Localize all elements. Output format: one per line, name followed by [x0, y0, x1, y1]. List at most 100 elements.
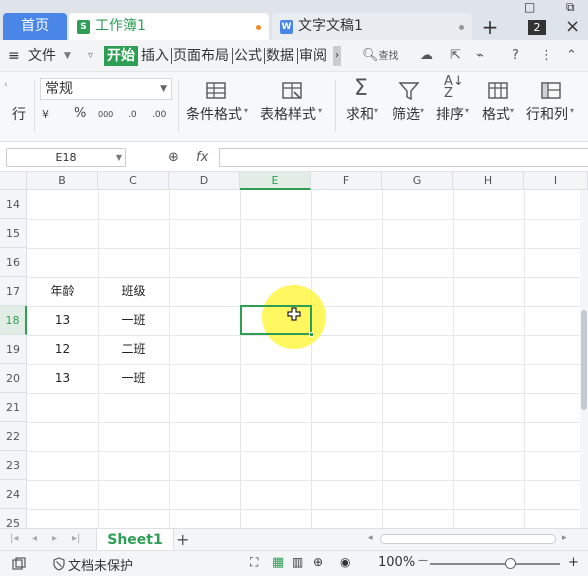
row-header-17[interactable]: 17 — [0, 277, 27, 306]
zoom-level[interactable]: 100% — [378, 555, 415, 570]
last-sheet-icon[interactable]: ▸| — [72, 533, 80, 544]
zoom-slider-knob[interactable] — [505, 558, 516, 569]
ribbon-row-partial[interactable]: 行 — [12, 104, 26, 124]
cell-c17[interactable]: 班级 — [98, 277, 169, 306]
new-tab-button[interactable]: + — [480, 16, 500, 38]
row-header-23[interactable]: 23 — [0, 451, 27, 480]
prev-sheet-icon[interactable]: ◂ — [32, 533, 37, 544]
conditional-format-button[interactable]: 条件格式 — [186, 104, 242, 124]
menu-file[interactable]: 文件 — [28, 46, 56, 66]
column-header-h[interactable]: H — [453, 172, 524, 190]
cell-b19[interactable]: 12 — [27, 335, 98, 364]
menu-data[interactable]: 数据 — [266, 46, 294, 66]
percent-format-button[interactable]: % — [74, 106, 86, 121]
cell-c19[interactable]: 二班 — [98, 335, 169, 364]
row-header-18[interactable]: 18 — [0, 306, 27, 335]
row-header-25[interactable]: 25 — [0, 509, 27, 528]
fx-icon[interactable]: fx — [196, 150, 208, 165]
row-header-22[interactable]: 22 — [0, 422, 27, 451]
selected-cell-e18[interactable] — [240, 305, 314, 337]
zoom-magnifier-icon[interactable]: ⊕ — [168, 150, 179, 165]
row-header-24[interactable]: 24 — [0, 480, 27, 509]
zoom-in-button[interactable]: + — [568, 555, 579, 570]
currency-format-button[interactable]: ¥ — [42, 108, 49, 121]
collaborate-icon[interactable]: ⌁ — [476, 46, 484, 66]
cell-b17[interactable]: 年龄 — [27, 277, 98, 306]
menu-insert[interactable]: 插入 — [141, 46, 169, 66]
column-header-i[interactable]: I — [524, 172, 588, 190]
protection-status[interactable]: 文档未保护 — [68, 555, 133, 574]
cell-c18[interactable]: 一班 — [98, 306, 169, 335]
spreadsheet-grid[interactable]: B C D E F G H I 14 15 16 17 18 19 20 21 … — [0, 172, 588, 528]
macro-record-icon[interactable] — [12, 557, 26, 571]
zoom-slider[interactable] — [430, 563, 560, 565]
page-break-view-icon[interactable]: ▥ — [292, 555, 303, 569]
increase-decimal-button[interactable]: .0 — [128, 110, 137, 120]
more-options-icon[interactable]: ⋮ — [540, 46, 553, 66]
sort-icon[interactable]: A↓ Z — [444, 75, 464, 100]
row-header-15[interactable]: 15 — [0, 219, 27, 248]
decrease-decimal-button[interactable]: .00 — [152, 110, 166, 120]
format-icon[interactable] — [487, 80, 509, 102]
row-header-14[interactable]: 14 — [0, 190, 27, 219]
restore-button[interactable]: ⧉ — [566, 0, 575, 15]
row-header-16[interactable]: 16 — [0, 248, 27, 277]
rows-columns-button[interactable]: 行和列 — [526, 104, 568, 124]
scroll-left-icon[interactable]: ◂ — [368, 533, 373, 543]
menu-formulas[interactable]: 公式 — [234, 46, 262, 66]
sort-button[interactable]: 排序 — [436, 104, 464, 124]
row-header-19[interactable]: 19 — [0, 335, 27, 364]
number-format-select[interactable]: 常规 ▼ — [40, 78, 172, 100]
normal-view-icon[interactable]: ▦ — [272, 555, 284, 570]
table-style-button[interactable]: 表格样式 — [260, 104, 316, 124]
cell-c20[interactable]: 一班 — [98, 364, 169, 393]
ribbon-scroll-left-icon[interactable]: ‹ — [4, 80, 8, 90]
next-sheet-icon[interactable]: ▸ — [52, 533, 57, 544]
filter-icon[interactable] — [398, 80, 420, 102]
table-style-icon[interactable] — [281, 80, 303, 102]
column-header-f[interactable]: F — [311, 172, 382, 190]
reading-mode-icon[interactable]: ⊕ — [313, 555, 323, 569]
tab-document[interactable]: W 文字文稿1 — [272, 13, 472, 40]
column-header-e[interactable]: E — [240, 172, 311, 190]
tab-workbook[interactable]: S 工作簿1 — [69, 13, 269, 40]
menu-more-icon[interactable]: › — [333, 46, 341, 66]
hamburger-icon[interactable]: ≡ — [8, 46, 20, 66]
menu-page-layout[interactable]: 页面布局 — [173, 46, 229, 66]
minimize-button[interactable]: □ — [524, 0, 535, 14]
name-box[interactable]: E18 ▼ — [6, 148, 126, 167]
sum-button[interactable]: 求和 — [346, 104, 374, 124]
share-icon[interactable]: ⇱ — [450, 46, 461, 66]
add-sheet-button[interactable]: + — [176, 529, 189, 550]
fill-handle[interactable] — [309, 332, 314, 337]
column-header-c[interactable]: C — [98, 172, 169, 190]
thousands-format-button[interactable]: 000 — [98, 110, 113, 119]
format-button[interactable]: 格式 — [482, 104, 510, 124]
rows-columns-icon[interactable] — [540, 80, 562, 102]
conditional-format-icon[interactable] — [205, 80, 227, 102]
eye-protection-icon[interactable]: ◉ — [340, 555, 350, 569]
scroll-right-icon[interactable]: ▸ — [562, 533, 567, 543]
horizontal-scrollbar[interactable] — [380, 534, 556, 544]
formula-input[interactable] — [219, 148, 588, 167]
vertical-scroll-thumb[interactable] — [581, 310, 587, 410]
filter-button[interactable]: 筛选 — [392, 104, 420, 124]
column-header-d[interactable]: D — [169, 172, 240, 190]
tab-home[interactable]: 首页 — [3, 13, 67, 40]
zoom-out-button[interactable]: — — [418, 555, 428, 566]
collapse-ribbon-icon[interactable]: ⌃ — [566, 46, 577, 66]
column-header-b[interactable]: B — [27, 172, 98, 190]
column-header-g[interactable]: G — [382, 172, 453, 190]
fullscreen-icon[interactable]: ⛶ — [250, 555, 258, 570]
sheet-tab-sheet1[interactable]: Sheet1 — [96, 529, 174, 551]
menu-home[interactable]: 开始 — [104, 46, 138, 66]
first-sheet-icon[interactable]: |◂ — [10, 533, 18, 544]
row-header-20[interactable]: 20 — [0, 364, 27, 393]
sum-icon[interactable]: Σ — [354, 76, 368, 101]
account-badge-icon[interactable]: 2 — [528, 20, 546, 35]
quick-access-icon[interactable]: ▿ — [88, 46, 93, 66]
menu-review[interactable]: 审阅 — [299, 46, 327, 66]
cell-b18[interactable]: 13 — [27, 306, 98, 335]
close-button[interactable]: × — [565, 16, 580, 37]
cell-b20[interactable]: 13 — [27, 364, 98, 393]
